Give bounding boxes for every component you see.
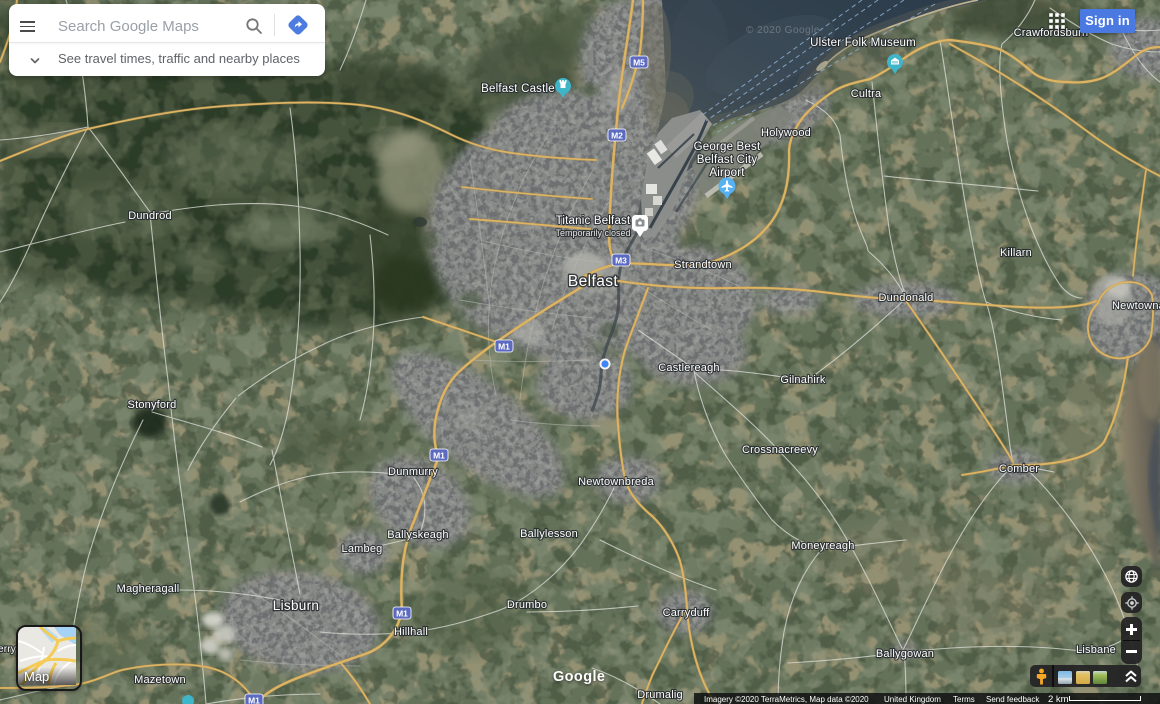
svg-text:Ballylesson: Ballylesson xyxy=(520,528,578,540)
svg-text:Killarn: Killarn xyxy=(1000,247,1032,259)
svg-text:Gilnahirk: Gilnahirk xyxy=(780,374,826,386)
svg-text:Belfast City: Belfast City xyxy=(697,154,758,166)
svg-text:Moneyreagh: Moneyreagh xyxy=(791,540,854,552)
svg-text:M1: M1 xyxy=(248,696,260,704)
svg-text:Lambeg: Lambeg xyxy=(342,543,383,555)
svg-text:Carryduff: Carryduff xyxy=(663,607,711,619)
svg-text:Newtownbreda: Newtownbreda xyxy=(578,476,654,488)
svg-text:Lisbane: Lisbane xyxy=(1076,644,1116,656)
svg-text:Drumalig: Drumalig xyxy=(637,689,683,701)
svg-text:Temporarily closed: Temporarily closed xyxy=(555,228,630,238)
svg-text:Holywood: Holywood xyxy=(761,127,811,139)
svg-text:Dundrod: Dundrod xyxy=(128,210,172,222)
svg-text:Titanic Belfast: Titanic Belfast xyxy=(556,215,631,227)
svg-text:© 2020 Google: © 2020 Google xyxy=(746,25,820,36)
svg-text:Lisburn: Lisburn xyxy=(273,598,319,613)
svg-text:Crossnacreevy: Crossnacreevy xyxy=(742,444,818,456)
svg-text:M1: M1 xyxy=(396,609,408,619)
svg-text:Ulster Folk Museum: Ulster Folk Museum xyxy=(810,37,916,49)
svg-text:Airport: Airport xyxy=(709,167,745,179)
svg-text:Magheragall: Magheragall xyxy=(117,583,180,595)
svg-text:berry: berry xyxy=(0,644,16,655)
svg-text:Dundonald: Dundonald xyxy=(878,292,933,304)
svg-text:Drumbo: Drumbo xyxy=(507,599,547,611)
svg-text:M1: M1 xyxy=(498,342,510,352)
svg-text:Belfast: Belfast xyxy=(568,273,618,290)
svg-text:Newtowna: Newtowna xyxy=(1112,300,1160,312)
svg-text:Comber: Comber xyxy=(999,463,1039,475)
svg-text:Cultra: Cultra xyxy=(851,88,882,100)
svg-text:M5: M5 xyxy=(633,58,645,68)
svg-text:Stonyford: Stonyford xyxy=(128,399,177,411)
svg-text:M3: M3 xyxy=(615,256,627,266)
svg-text:Strandtown: Strandtown xyxy=(674,259,732,271)
svg-text:Castlereagh: Castlereagh xyxy=(658,362,720,374)
svg-text:Belfast Castle: Belfast Castle xyxy=(481,83,555,95)
svg-text:George Best: George Best xyxy=(694,141,761,153)
svg-text:M1: M1 xyxy=(433,451,445,461)
svg-text:Dunmurry: Dunmurry xyxy=(388,466,438,478)
svg-text:M2: M2 xyxy=(611,131,623,141)
svg-text:Mazetown: Mazetown xyxy=(134,674,186,686)
svg-text:Ballyskeagh: Ballyskeagh xyxy=(387,529,449,541)
svg-text:Ballygowan: Ballygowan xyxy=(876,648,934,660)
svg-text:Hillhall: Hillhall xyxy=(394,626,428,638)
